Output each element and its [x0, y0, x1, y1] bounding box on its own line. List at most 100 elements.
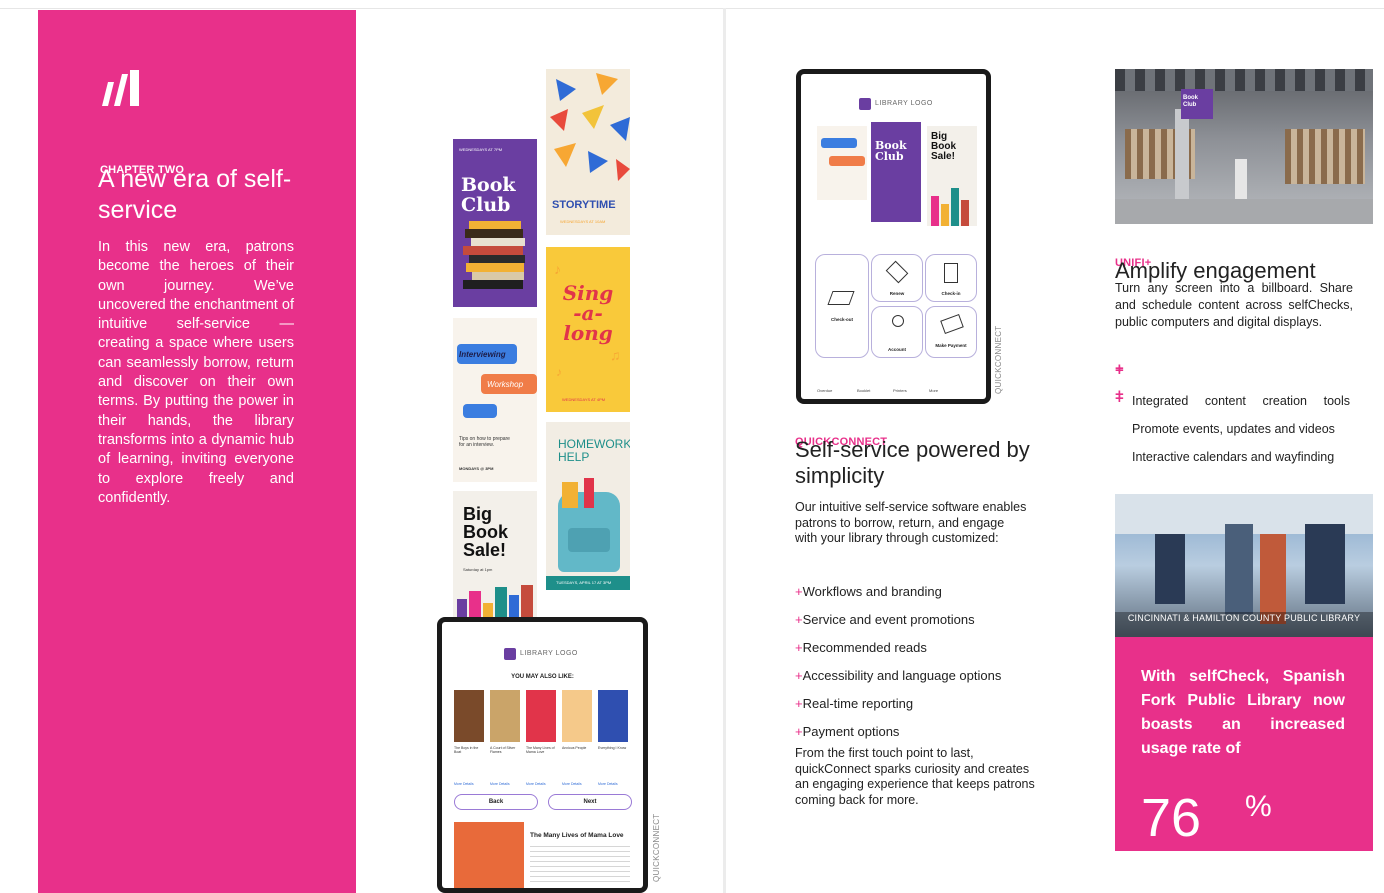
feature-item: Promote events, updates and videos [1132, 422, 1335, 436]
more-details-link[interactable]: More Details [490, 782, 510, 786]
library-interior-photo: Book Club [1115, 69, 1373, 224]
poster-book-club: WEDNESDAYS AT 7PM Book Club [453, 139, 537, 307]
poster-title: Sing -a- long [562, 281, 614, 345]
stat-value: 76 [1141, 788, 1202, 848]
music-note-icon: ♪ [554, 261, 561, 277]
nav-item[interactable]: Overdue [817, 388, 832, 393]
book-cover[interactable] [598, 690, 628, 742]
book-title: Everything I Know [598, 746, 627, 750]
promo-big-book-sale: Big Book Sale! [927, 126, 977, 226]
speech-bubble-small [463, 404, 497, 418]
speech-bubble-subtitle: Workshop [487, 380, 524, 389]
book-cover-row [454, 690, 634, 742]
tile-check-out[interactable]: Check-out [815, 254, 869, 358]
poster-homework-help: HOMEWORK HELP TUESDAYS, APRIL 17 AT 3PM [546, 422, 630, 590]
library-logo-icon [859, 98, 871, 110]
next-button[interactable]: Next [548, 794, 632, 810]
book-cover[interactable] [562, 690, 592, 742]
tile-label: Account [888, 347, 906, 352]
poster-title: STORYTIME [552, 199, 616, 211]
poster-sing-a-long: Sing -a- long ♪ ♫ ♪ WEDNESDAYS AT 4PM [546, 247, 630, 412]
poster-storytime: STORYTIME WEDNESDAYS AT 10AM [546, 69, 630, 235]
tile-check-in[interactable]: Check-in [925, 254, 977, 302]
book-cover[interactable] [490, 690, 520, 742]
tile-label: Check-in [941, 291, 961, 296]
poster-interviewing: Interviewing Workshop Tips on how to pre… [453, 318, 537, 482]
poster-tips: Tips on how to prepare for an interview. [459, 436, 510, 448]
quickconnect-title: Self-service powered by simplicity [795, 437, 1030, 488]
more-details-link[interactable]: More Details [598, 782, 618, 786]
book-cover[interactable] [526, 690, 556, 742]
books-icon [944, 263, 958, 283]
recommend-heading: YOU MAY ALSO LIKE: [511, 674, 574, 680]
library-logo: LIBRARY LOGO [520, 650, 578, 657]
plus-icon: + [1115, 360, 1124, 377]
tile-renew[interactable]: Renew [871, 254, 923, 302]
library-logo: LIBRARY LOGO [875, 100, 933, 107]
poster-date: TUESDAYS, APRIL 17 AT 3PM [556, 580, 612, 585]
book-title: The Boys in the Boat [454, 746, 479, 754]
more-details-link[interactable]: More Details [562, 782, 582, 786]
tablet-side-label: QUICKCONNECT [652, 813, 661, 883]
quickconnect-body: Our intuitive self-service software enab… [795, 500, 1027, 545]
poster-title: Big Book Sale! [463, 504, 508, 560]
arrow-shapes-illustration [550, 73, 630, 181]
book-spines-illustration [453, 583, 537, 621]
music-note-icon: ♪ [556, 365, 562, 379]
poster-date: WEDNESDAYS AT 10AM [560, 219, 606, 224]
list-item: +Real-time reporting [795, 696, 914, 711]
poster-date: WEDNESDAYS AT 4PM [562, 397, 606, 402]
unifi-body: Turn any screen into a billboard. Share … [1115, 281, 1353, 329]
tile-label: Make Payment [935, 343, 967, 348]
poster-title: Book Club [461, 174, 516, 216]
poster-date: MONDAYS @ 3PM [459, 466, 494, 471]
feature-item: Interactive calendars and wayfinding [1132, 450, 1335, 464]
list-item: +Workflows and branding [795, 584, 942, 599]
nav-item[interactable]: Printers [893, 388, 907, 393]
plus-icon: + [1115, 390, 1124, 407]
feature-item: Integrated content creation tools [1132, 394, 1350, 408]
photo-sign-text: Book Club [1183, 95, 1198, 108]
book-title: A Court of Silver Flames [490, 746, 516, 754]
chapter-title: A new era of self-service [98, 165, 292, 224]
card-icon [940, 314, 964, 334]
photo-caption: CINCINNATI & HAMILTON COUNTY PUBLIC LIBR… [1127, 613, 1361, 623]
more-details-link[interactable]: More Details [454, 782, 474, 786]
poster-date: WEDNESDAYS AT 7PM [459, 147, 503, 152]
stat-unit: % [1245, 790, 1272, 823]
tablet-home: LIBRARY LOGO Book Club Big Book Sale! Ch… [796, 69, 991, 404]
featured-book-cover [454, 822, 524, 888]
book-icon [885, 260, 909, 284]
book-title: The Many Lives of Mama Love [526, 746, 555, 754]
tablet-recommendations: LIBRARY LOGO YOU MAY ALSO LIKE: The Boys… [437, 617, 648, 893]
music-note-icon: ♫ [610, 347, 621, 363]
tablet-screen: LIBRARY LOGO Book Club Big Book Sale! Ch… [801, 74, 986, 399]
list-item: +Payment options [795, 724, 900, 739]
brand-logo-icon [98, 70, 142, 113]
user-icon [892, 315, 904, 327]
more-details-link[interactable]: More Details [526, 782, 546, 786]
book-title: Anxious People [562, 746, 587, 750]
poster-title: HOMEWORK HELP [558, 437, 630, 464]
back-button[interactable]: Back [454, 794, 538, 810]
poster-big-book-sale: Big Book Sale! Saturday at 1pm [453, 491, 537, 621]
tile-account[interactable]: Account [871, 306, 923, 358]
backpack-illustration [558, 478, 620, 572]
book-cover[interactable] [454, 690, 484, 742]
promo-title: Big Book Sale! [931, 131, 956, 162]
tablet-side-label: QUICKCONNECT [994, 325, 1003, 395]
quickconnect-list: +Workflows and branding +Service and eve… [795, 578, 1035, 746]
chapter-body: In this new era, patrons become the hero… [98, 239, 294, 506]
promo-title: Book Club [875, 139, 907, 163]
quickconnect-footer: From the first touch point to last, quic… [795, 746, 1035, 807]
stat-statement: With selfCheck, Spanish Fork Public Libr… [1141, 668, 1345, 757]
promo-interviewing [817, 126, 867, 200]
stat-callout: With selfCheck, Spanish Fork Public Libr… [1115, 637, 1373, 851]
featured-book-text [530, 846, 630, 882]
nav-item[interactable]: More [929, 388, 938, 393]
tile-make-payment[interactable]: Make Payment [925, 306, 977, 358]
poster-date: Saturday at 1pm [463, 567, 493, 572]
list-item: +Service and event promotions [795, 612, 975, 627]
tile-label: Check-out [830, 317, 853, 322]
nav-item[interactable]: Booklet [857, 388, 870, 393]
